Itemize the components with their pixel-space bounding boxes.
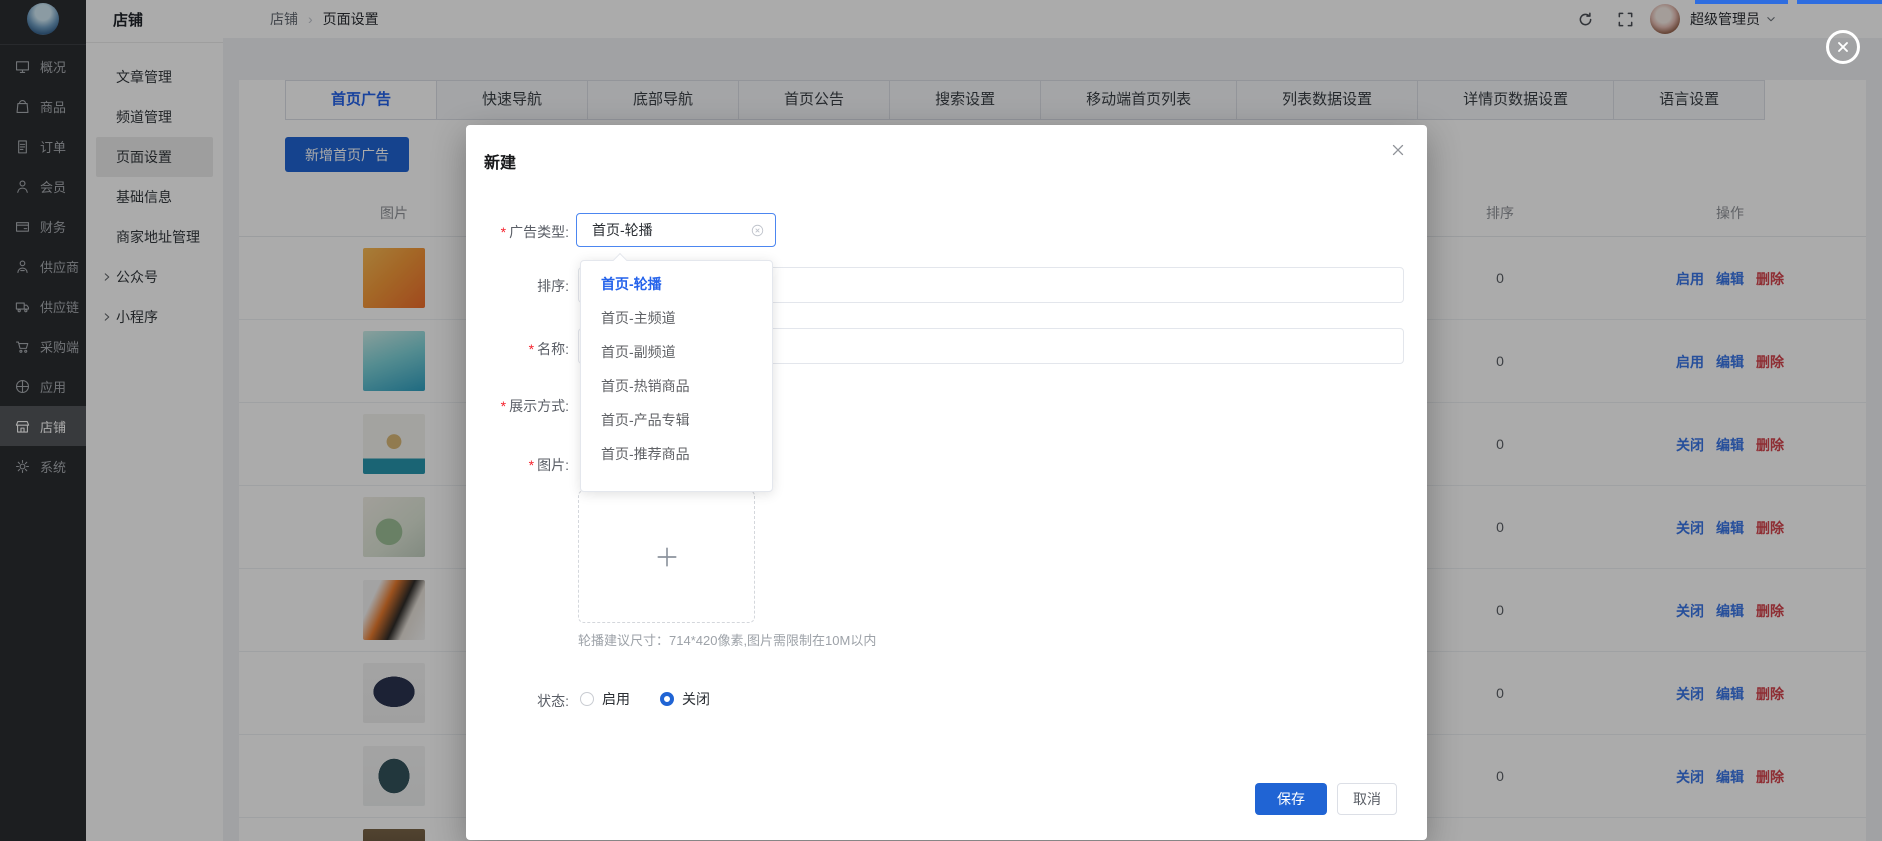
required-star: *	[529, 457, 534, 473]
modal-close-icon[interactable]	[1389, 141, 1407, 159]
image-size-hint: 轮播建议尺寸：714*420像素,图片需限制在10M以内	[578, 630, 876, 649]
radio-unchecked-icon	[580, 692, 594, 706]
required-star: *	[529, 341, 534, 357]
name-label: *名称:	[466, 339, 569, 359]
required-star: *	[501, 224, 506, 240]
page-close-button[interactable]	[1826, 30, 1860, 64]
save-button[interactable]: 保存	[1255, 783, 1327, 815]
clear-icon[interactable]	[750, 223, 765, 238]
status-option-disable[interactable]: 关闭	[660, 689, 710, 709]
top-edge-bar	[1695, 0, 1788, 4]
ad-type-dropdown: 首页-轮播首页-主频道首页-副频道首页-热销商品首页-产品专辑首页-推荐商品	[580, 260, 773, 492]
dropdown-option[interactable]: 首页-产品专辑	[581, 403, 772, 437]
status-label: 状态:	[466, 691, 569, 711]
required-star: *	[501, 398, 506, 414]
app-root: 概况商品订单会员财务供应商供应链采购端应用店铺系统 店铺 文章管理频道管理页面设…	[0, 0, 1882, 841]
dropdown-option[interactable]: 首页-热销商品	[581, 369, 772, 403]
dropdown-option[interactable]: 首页-主频道	[581, 301, 772, 335]
image-upload-box[interactable]	[578, 490, 755, 623]
new-ad-modal: 新建 *广告类型: 首页-轮播 排序: *名称: *展示方式: *图片: 轮播建…	[466, 125, 1427, 840]
dropdown-option[interactable]: 首页-副频道	[581, 335, 772, 369]
ad-type-select-value: 首页-轮播	[592, 220, 750, 240]
top-edge-bar	[1797, 0, 1882, 4]
ad-type-label: *广告类型:	[466, 222, 569, 242]
plus-icon	[652, 542, 682, 572]
dropdown-option[interactable]: 首页-轮播	[581, 267, 772, 301]
modal-title: 新建	[484, 149, 516, 173]
dropdown-option[interactable]: 首页-推荐商品	[581, 437, 772, 471]
radio-checked-icon	[660, 692, 674, 706]
sort-label: 排序:	[466, 276, 569, 296]
cancel-button[interactable]: 取消	[1337, 783, 1397, 815]
image-label: *图片:	[466, 455, 569, 475]
ad-type-select[interactable]: 首页-轮播	[576, 213, 776, 247]
dropdown-option-list: 首页-轮播首页-主频道首页-副频道首页-热销商品首页-产品专辑首页-推荐商品	[581, 261, 772, 477]
close-icon	[1835, 39, 1851, 55]
status-option-enable[interactable]: 启用	[580, 689, 630, 709]
status-radio-group: 启用 关闭	[580, 685, 710, 713]
display-mode-label: *展示方式:	[466, 396, 569, 416]
